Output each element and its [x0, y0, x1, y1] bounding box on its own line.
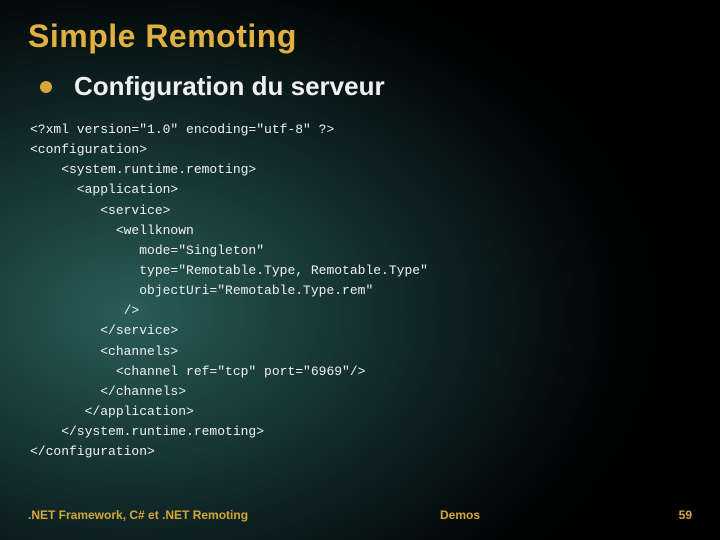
code-block: <?xml version="1.0" encoding="utf-8" ?> …: [30, 120, 692, 462]
footer-left: .NET Framework, C# et .NET Remoting: [28, 508, 248, 522]
slide-title: Simple Remoting: [28, 18, 692, 55]
footer-right: 59: [679, 508, 692, 522]
bullet-dot-icon: [40, 81, 52, 93]
bullet-text: Configuration du serveur: [74, 71, 385, 102]
bullet-item: Configuration du serveur: [40, 71, 692, 102]
footer-center: Demos: [440, 508, 480, 522]
slide-footer: .NET Framework, C# et .NET Remoting Demo…: [0, 508, 720, 522]
slide-container: Simple Remoting Configuration du serveur…: [0, 0, 720, 540]
